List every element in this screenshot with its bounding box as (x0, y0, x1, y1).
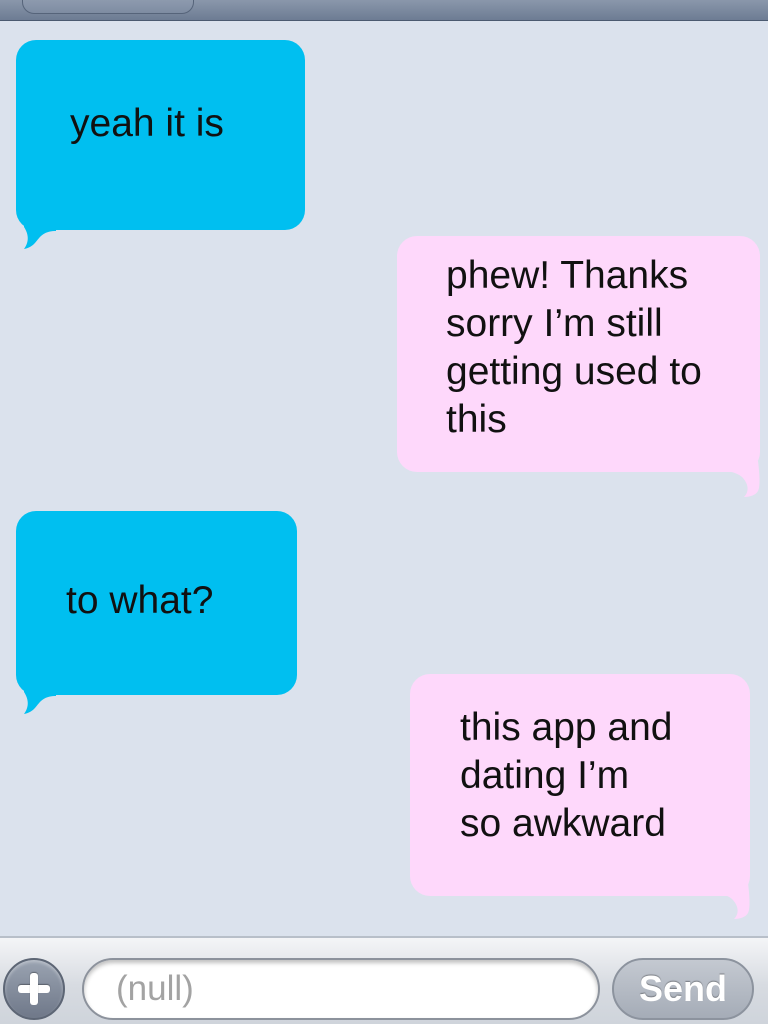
message-text: this app and dating I’m so awkward (460, 706, 673, 845)
bubble-tail-icon (712, 883, 752, 919)
bubble-tail-icon (16, 678, 56, 714)
message-bubble-incoming: to what? (16, 511, 297, 695)
composer-bar: Send (0, 936, 768, 1024)
message-input[interactable] (82, 958, 600, 1020)
bubble-tail-icon (16, 213, 56, 249)
message-text: phew! Thanks sorry I’m still getting use… (446, 254, 702, 441)
add-attachment-button[interactable] (3, 958, 65, 1020)
message-bubble-outgoing: this app and dating I’m so awkward (410, 674, 750, 896)
bubble-tail-icon (722, 461, 762, 497)
message-text: to what? (66, 579, 214, 622)
back-button[interactable] (22, 0, 194, 14)
message-bubble-outgoing: phew! Thanks sorry I’m still getting use… (397, 236, 760, 472)
message-thread: yeah it is phew! Thanks sorry I’m still … (0, 21, 768, 936)
message-text: yeah it is (70, 102, 224, 145)
navigation-bar (0, 0, 768, 21)
message-bubble-incoming: yeah it is (16, 40, 305, 230)
send-button[interactable]: Send (612, 958, 754, 1020)
